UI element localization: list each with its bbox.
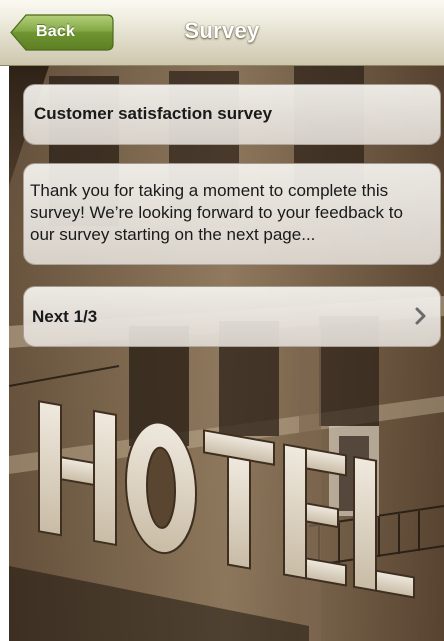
navigation-bar: Back Survey xyxy=(0,0,444,66)
survey-intro-card: Thank you for taking a moment to complet… xyxy=(23,163,441,265)
survey-title: Customer satisfaction survey xyxy=(34,104,273,123)
next-page-button[interactable]: Next 1/3 xyxy=(23,286,441,347)
next-page-label: Next 1/3 xyxy=(32,307,98,326)
survey-intro-text: Thank you for taking a moment to complet… xyxy=(30,181,403,244)
hotel-photo-illustration xyxy=(9,66,444,641)
back-button-label: Back xyxy=(36,23,76,40)
app-screen: Back Survey Customer satisfaction survey… xyxy=(0,0,444,641)
hotel-background-image xyxy=(9,66,444,641)
survey-title-card: Customer satisfaction survey xyxy=(23,84,441,145)
back-button[interactable]: Back xyxy=(10,14,114,51)
chevron-right-icon xyxy=(414,305,428,327)
